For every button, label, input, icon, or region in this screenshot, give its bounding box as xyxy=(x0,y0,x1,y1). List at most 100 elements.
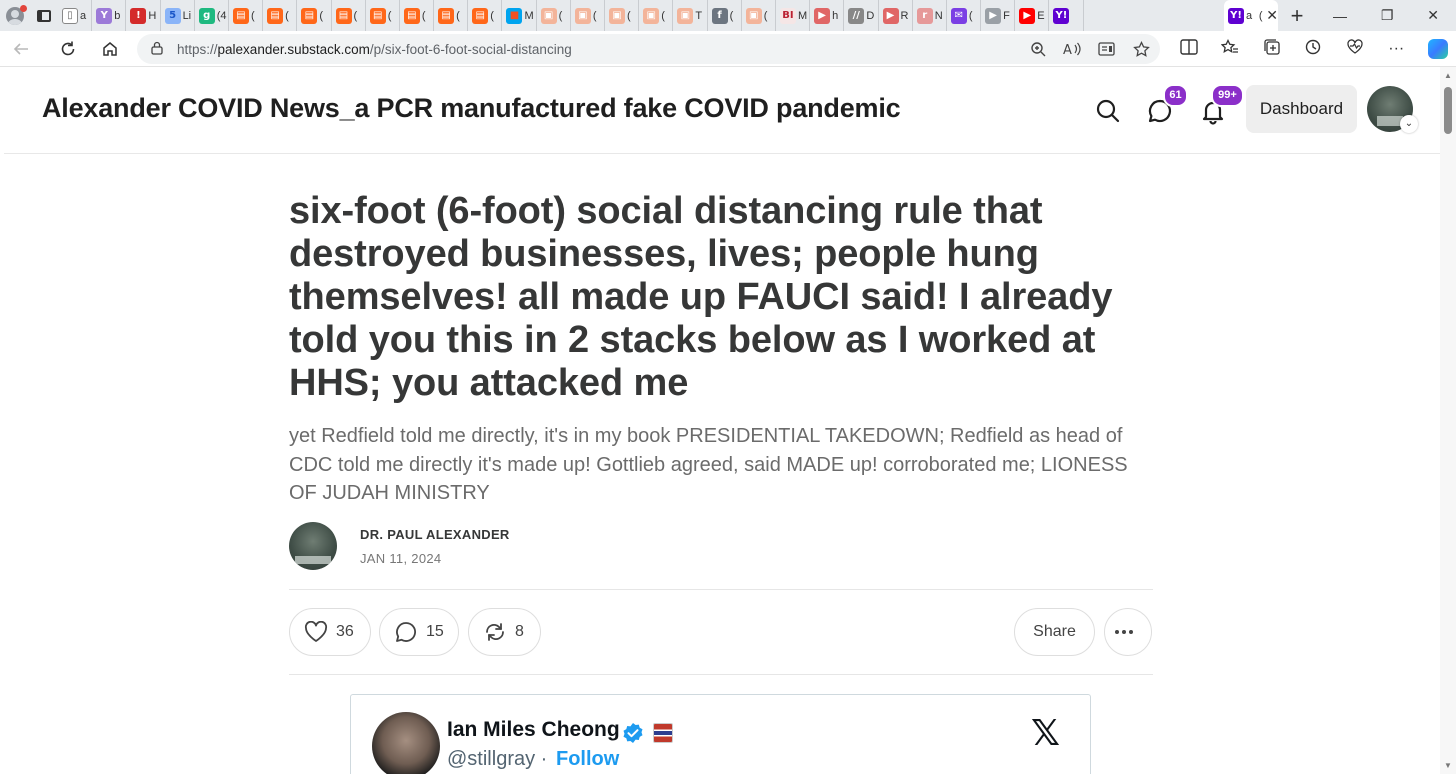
tweet-author-handle: @stillgray · xyxy=(447,748,547,771)
browser-tab[interactable]: rN xyxy=(913,0,947,31)
back-button[interactable] xyxy=(0,31,42,67)
heart-pulse-icon xyxy=(1347,38,1363,54)
tab-title: ( xyxy=(285,9,289,22)
browser-tab[interactable]: ■ M xyxy=(502,0,537,31)
page-scrollbar[interactable]: ▲ ▼ xyxy=(1440,67,1456,774)
close-tab-icon[interactable]: ✕ xyxy=(1266,7,1278,24)
browser-tab[interactable]: ▤( xyxy=(468,0,503,31)
browser-tab[interactable]: ▣( xyxy=(537,0,571,31)
browser-tab[interactable]: BI M xyxy=(776,0,811,31)
share-button[interactable]: Share xyxy=(1014,608,1095,656)
browser-tab[interactable]: ! H xyxy=(126,0,161,31)
reload-button[interactable] xyxy=(47,31,89,67)
browser-tab[interactable]: Yb xyxy=(92,0,127,31)
tab-favicon: Y xyxy=(96,7,113,24)
x-logo-icon[interactable]: 𝕏 xyxy=(1031,713,1060,754)
author-avatar[interactable] xyxy=(289,522,337,570)
browser-tab[interactable]: //D xyxy=(844,0,879,31)
scroll-down-arrow-icon[interactable]: ▼ xyxy=(1444,761,1452,770)
browser-tab[interactable]: ▶ h xyxy=(810,0,845,31)
tab-favicon: ▶ xyxy=(814,7,831,24)
browser-tab[interactable]: ▯ a xyxy=(58,0,93,31)
more-dots-icon: ··· xyxy=(1388,40,1405,57)
embedded-tweet[interactable]: Ian Miles Cheong @stillgray · Follow 𝕏 xyxy=(350,694,1091,774)
close-window-button[interactable]: ✕ xyxy=(1427,7,1439,24)
split-screen-button[interactable] xyxy=(1168,38,1210,60)
tab-favicon: // xyxy=(848,7,865,24)
chevron-down-icon[interactable]: ⌄ xyxy=(1400,115,1418,133)
read-aloud-icon[interactable]: A xyxy=(1063,41,1081,57)
browser-tab[interactable]: ▤( xyxy=(263,0,298,31)
active-tab[interactable]: Y! a ( ✕ xyxy=(1224,0,1278,31)
site-title[interactable]: Alexander COVID News_a PCR manufactured … xyxy=(42,93,901,124)
restore-button[interactable]: ❐ xyxy=(1381,7,1394,24)
new-tab-button[interactable]: + xyxy=(1278,3,1316,29)
more-options-button[interactable] xyxy=(1104,608,1152,656)
tab-favicon: BI xyxy=(779,7,796,24)
favorite-star-icon[interactable] xyxy=(1133,40,1150,58)
browser-tab[interactable]: Y! xyxy=(1049,0,1084,31)
browser-tab[interactable]: ✉( xyxy=(947,0,982,31)
zoom-icon[interactable] xyxy=(1030,41,1046,57)
history-button[interactable] xyxy=(1293,38,1335,61)
browser-tab[interactable]: ▤( xyxy=(297,0,332,31)
tweet-author-name[interactable]: Ian Miles Cheong xyxy=(447,718,620,742)
restack-button[interactable]: 8 xyxy=(468,608,541,656)
tab-title: ( xyxy=(353,9,358,22)
browser-tab[interactable]: ▤( xyxy=(366,0,400,31)
scrollbar-thumb[interactable] xyxy=(1444,87,1452,134)
post-actions: 36 15 8 Share xyxy=(289,608,1153,656)
active-tab-title: a xyxy=(1246,9,1253,22)
tweet-follow-link[interactable]: Follow xyxy=(556,748,619,771)
site-info-icon[interactable] xyxy=(137,41,177,58)
browser-tab[interactable]: ▣ T xyxy=(673,0,708,31)
browser-tab[interactable]: ▶ F xyxy=(981,0,1016,31)
browser-tab[interactable]: ▣( xyxy=(571,0,605,31)
browser-tab[interactable]: 5 Li xyxy=(161,0,195,31)
browser-essentials-button[interactable] xyxy=(1334,38,1376,61)
minimize-button[interactable]: — xyxy=(1333,8,1347,24)
browser-tab[interactable]: ▤( xyxy=(434,0,469,31)
tab-favicon: ▶ xyxy=(882,7,899,24)
tab-favicon: ▣ xyxy=(609,7,625,24)
heart-icon xyxy=(304,621,328,642)
scroll-up-arrow-icon[interactable]: ▲ xyxy=(1444,71,1452,80)
collections-button[interactable] xyxy=(1251,38,1293,61)
restack-icon xyxy=(486,623,504,641)
browser-profile-button[interactable] xyxy=(0,0,30,31)
browser-tab[interactable]: f( xyxy=(708,0,742,31)
post-article: six-foot (6-foot) social distancing rule… xyxy=(289,190,1153,675)
browser-tab[interactable]: ▤( xyxy=(229,0,264,31)
home-button[interactable] xyxy=(89,31,131,67)
affiliate-badge-icon xyxy=(653,723,673,743)
browser-tab[interactable]: g (4 xyxy=(195,0,229,31)
search-button[interactable] xyxy=(1094,97,1122,125)
browser-tab[interactable]: ▶ E xyxy=(1015,0,1050,31)
browser-tab[interactable]: ▣( xyxy=(605,0,640,31)
tweet-handle-text: @stillgray xyxy=(447,748,536,770)
restack-count: 8 xyxy=(515,623,524,640)
like-button[interactable]: 36 xyxy=(289,608,371,656)
tweet-author-avatar[interactable] xyxy=(372,712,440,774)
favorites-button[interactable] xyxy=(1210,38,1252,60)
settings-more-button[interactable]: ··· xyxy=(1376,40,1418,58)
browser-tab[interactable]: ▶ R xyxy=(879,0,913,31)
author-name[interactable]: DR. PAUL ALEXANDER xyxy=(360,527,510,542)
browser-tab[interactable]: ▤( xyxy=(332,0,366,31)
url-text: https://palexander.substack.com/p/six-fo… xyxy=(177,42,572,57)
browser-tab[interactable]: ▤( xyxy=(400,0,435,31)
tab-title: ( xyxy=(250,9,255,22)
active-tab-marker: ( xyxy=(1258,9,1263,22)
tab-title: D xyxy=(866,9,875,22)
url-prefix: https:// xyxy=(177,41,218,57)
like-count: 36 xyxy=(336,623,354,640)
copilot-button[interactable] xyxy=(1417,39,1456,59)
browser-tab[interactable]: ▣( xyxy=(742,0,776,31)
browser-tab[interactable]: ▣( xyxy=(639,0,674,31)
tab-actions-button[interactable] xyxy=(30,0,58,31)
tab-title: h xyxy=(832,9,839,22)
address-bar[interactable]: https://palexander.substack.com/p/six-fo… xyxy=(137,34,1160,64)
immersive-reader-icon[interactable] xyxy=(1098,41,1116,57)
dashboard-button[interactable]: Dashboard xyxy=(1246,85,1357,133)
comment-button[interactable]: 15 xyxy=(379,608,459,656)
